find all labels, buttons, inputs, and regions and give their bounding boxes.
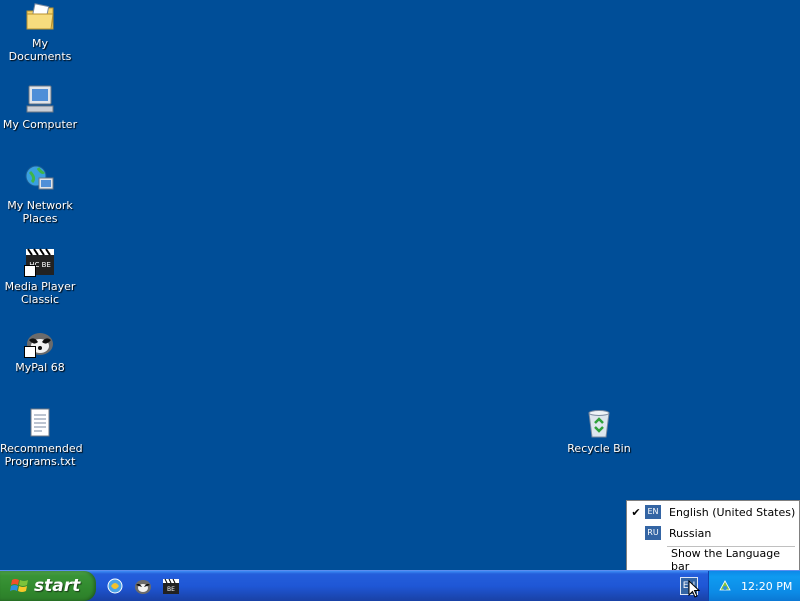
- desktop-icon-my-computer[interactable]: My Computer: [0, 83, 80, 131]
- my-documents-icon: [24, 2, 56, 34]
- mypal-icon: [24, 326, 56, 358]
- quick-launch-media-player[interactable]: BE: [160, 575, 182, 597]
- desktop-icon-label: Recommended Programs.txt: [0, 442, 83, 468]
- menu-item-label: Russian: [669, 526, 712, 540]
- desktop-icon-recycle-bin[interactable]: Recycle Bin: [559, 407, 639, 455]
- clock[interactable]: 12:20 PM: [741, 580, 792, 593]
- menu-item-show-language-bar[interactable]: Show the Language bar: [627, 547, 799, 573]
- mouse-cursor-icon: [688, 580, 700, 598]
- shortcut-arrow-icon: [24, 265, 36, 277]
- browser-icon: [107, 578, 123, 594]
- desktop-icon-my-documents[interactable]: My Documents: [0, 2, 80, 63]
- menu-item-english[interactable]: ✔ EN English (United States): [627, 502, 799, 522]
- desktop-icon-label: My Computer: [2, 118, 78, 131]
- recycle-bin-icon: [583, 407, 615, 439]
- language-menu: ✔ EN English (United States) RU Russian …: [626, 500, 800, 573]
- check-icon: ✔: [631, 505, 641, 519]
- language-badge: RU: [645, 526, 661, 540]
- start-button[interactable]: start: [0, 571, 96, 601]
- desktop-icon-label: My Documents: [8, 37, 72, 63]
- start-label: start: [34, 576, 81, 596]
- desktop-icon-recommended-programs[interactable]: Recommended Programs.txt: [0, 407, 83, 468]
- desktop-icon-mypal[interactable]: MyPal 68: [0, 326, 80, 374]
- svg-text:BE: BE: [167, 586, 175, 593]
- desktop-icon-label: Recycle Bin: [567, 442, 631, 455]
- quick-launch-browser[interactable]: [104, 575, 126, 597]
- desktop-icon-label: Media Player Classic: [4, 280, 76, 306]
- quick-launch-toolbar: BE: [104, 575, 182, 597]
- mypal-icon: [135, 580, 151, 594]
- menu-item-label: English (United States): [669, 505, 796, 519]
- desktop-icon-label: My Network Places: [7, 199, 73, 225]
- menu-item-russian[interactable]: RU Russian: [627, 523, 799, 543]
- text-file-icon: [24, 407, 56, 439]
- network-tray-icon[interactable]: [717, 578, 733, 594]
- shortcut-arrow-icon: [24, 346, 36, 358]
- desktop-icon-label: MyPal 68: [15, 361, 65, 374]
- network-places-icon: [24, 164, 56, 196]
- taskbar: start BE EN: [0, 570, 800, 601]
- system-tray: 12:20 PM: [708, 571, 800, 601]
- desktop-icon-my-network-places[interactable]: My Network Places: [0, 164, 80, 225]
- my-computer-icon: [24, 83, 56, 115]
- quick-launch-mypal[interactable]: [132, 575, 154, 597]
- language-badge: EN: [645, 505, 661, 519]
- desktop: My Documents My Computer My Network Plac…: [0, 0, 800, 570]
- media-player-classic-icon: HC BE: [24, 245, 56, 277]
- desktop-icon-media-player-classic[interactable]: HC BE Media Player Classic: [0, 245, 80, 306]
- windows-logo-icon: [10, 579, 28, 592]
- media-player-icon: BE: [163, 578, 179, 594]
